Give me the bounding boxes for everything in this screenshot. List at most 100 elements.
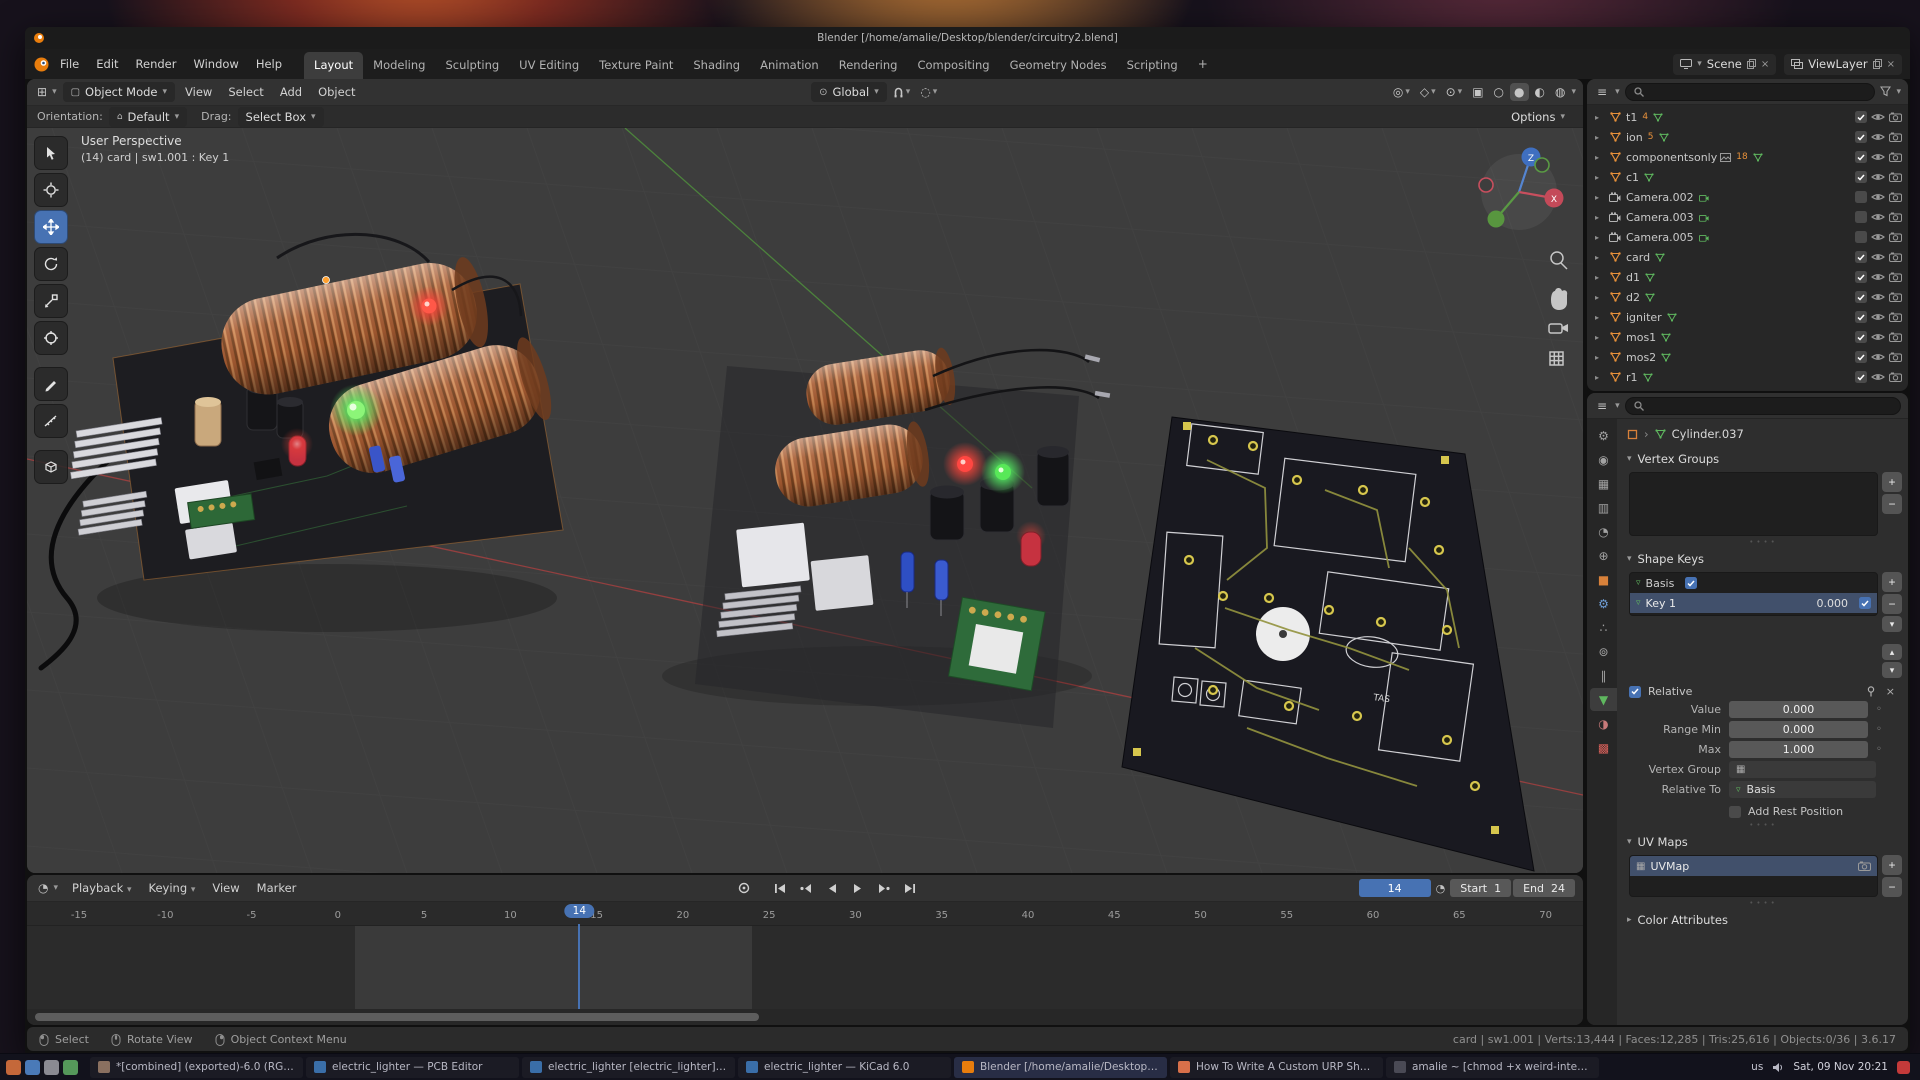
expand-arrow-icon[interactable]: ▸	[1595, 253, 1605, 262]
shading-wireframe-icon[interactable]: ○	[1490, 83, 1508, 101]
object-name[interactable]: c1	[1626, 171, 1639, 184]
selectable-checkbox[interactable]	[1857, 154, 1865, 161]
workspace-tab[interactable]: Sculpting	[435, 52, 509, 79]
object-name[interactable]: Camera.002	[1626, 191, 1694, 204]
jump-to-end-button[interactable]	[898, 878, 922, 898]
disable-render-camera-icon[interactable]	[1889, 312, 1902, 322]
viewport-menu-item[interactable]: Object	[310, 82, 363, 102]
disable-render-camera-icon[interactable]	[1889, 232, 1902, 242]
pan-hand-icon[interactable]	[1551, 288, 1567, 310]
hide-viewport-eye-icon[interactable]	[1871, 332, 1885, 342]
properties-tab[interactable]: ◑	[1590, 712, 1617, 735]
object-name[interactable]: mos2	[1626, 351, 1656, 364]
shading-solid-icon[interactable]: ●	[1510, 83, 1528, 101]
shape-keys-header[interactable]: ▾Shape Keys	[1625, 548, 1902, 570]
properties-tab[interactable]: ∥	[1590, 664, 1617, 687]
taskbar-window-button[interactable]: electric_lighter [electric_lighter] — Sc…	[522, 1057, 735, 1078]
selectable-checkbox[interactable]	[1857, 114, 1865, 121]
move-tool[interactable]	[34, 210, 68, 244]
properties-tab[interactable]: ▥	[1590, 496, 1617, 519]
selectable-checkbox[interactable]	[1857, 274, 1865, 281]
topbar-menu-item[interactable]: Help	[248, 54, 290, 74]
new-viewlayer-icon[interactable]	[1873, 59, 1882, 69]
gizmos-toggle-icon[interactable]: ◇▾	[1416, 83, 1440, 101]
workspace-tab[interactable]: UV Editing	[509, 52, 589, 79]
shape-key-specials-button[interactable]: ▾	[1882, 616, 1902, 632]
selectable-checkbox[interactable]	[1857, 294, 1865, 301]
properties-tab[interactable]: ◔	[1590, 520, 1617, 543]
filter-icon[interactable]	[1880, 86, 1891, 97]
outliner-editor-caret[interactable]: ▾	[1615, 87, 1620, 97]
remove-shape-key-button[interactable]: −	[1882, 594, 1902, 614]
shape-key-name[interactable]: Key 1	[1646, 597, 1676, 610]
timeline-editor-caret[interactable]: ▾	[53, 883, 58, 893]
properties-search-input[interactable]	[1625, 397, 1901, 415]
topbar-menu-item[interactable]: Render	[128, 54, 185, 74]
taskbar-window-button[interactable]: electric_lighter — PCB Editor	[306, 1057, 519, 1078]
launcher-icon[interactable]	[44, 1060, 59, 1075]
keyboard-layout-indicator[interactable]: us	[1751, 1061, 1763, 1073]
shape-key-row[interactable]: ▿ Basis	[1630, 573, 1877, 593]
outliner-row[interactable]: ▸ Camera.005	[1587, 227, 1908, 247]
object-name[interactable]: d2	[1626, 291, 1640, 304]
launcher-icon[interactable]	[6, 1060, 21, 1075]
expand-arrow-icon[interactable]: ▸	[1595, 133, 1605, 142]
unlink-scene-icon[interactable]: ×	[1761, 59, 1769, 70]
relative-checkbox[interactable]	[1629, 686, 1641, 698]
options-dropdown[interactable]: Options▾	[1503, 107, 1573, 127]
object-icon[interactable]	[1627, 429, 1638, 440]
expand-arrow-icon[interactable]: ▸	[1595, 293, 1605, 302]
workspace-tab[interactable]: Scripting	[1117, 52, 1188, 79]
timeline-menu-item[interactable]: Playback ▾	[64, 878, 140, 898]
properties-editor-icon[interactable]: ≡	[1594, 397, 1610, 415]
disable-render-camera-icon[interactable]	[1889, 112, 1902, 122]
use-preview-range-icon[interactable]: ◔	[1433, 880, 1449, 897]
frame-end-field[interactable]: End24	[1513, 879, 1575, 897]
object-name[interactable]: d1	[1626, 271, 1640, 284]
disable-render-camera-icon[interactable]	[1889, 172, 1902, 182]
move-shape-key-up-button[interactable]: ▴	[1882, 644, 1902, 660]
camera-view-icon[interactable]	[1549, 324, 1568, 333]
add-shape-key-button[interactable]: +	[1882, 572, 1902, 592]
disable-render-camera-icon[interactable]	[1889, 292, 1902, 302]
shape-key-mute-checkbox[interactable]	[1859, 597, 1871, 609]
zoom-icon[interactable]	[1551, 252, 1567, 269]
remove-vertex-group-button[interactable]: −	[1882, 494, 1902, 514]
object-name[interactable]: igniter	[1626, 311, 1662, 324]
move-shape-key-down-button[interactable]: ▾	[1882, 662, 1902, 678]
object-name[interactable]: card	[1626, 251, 1650, 264]
disable-render-camera-icon[interactable]	[1889, 132, 1902, 142]
topbar-menu-item[interactable]: Window	[185, 54, 246, 74]
transform-tool[interactable]	[34, 321, 68, 355]
selectable-checkbox[interactable]	[1857, 374, 1865, 381]
uv-maps-header[interactable]: ▾UV Maps	[1625, 831, 1902, 853]
overlays-toggle-icon[interactable]: ⊙▾	[1442, 83, 1467, 101]
scene-selector[interactable]: ▾ Scene ×	[1673, 54, 1776, 75]
expand-arrow-icon[interactable]: ▸	[1595, 153, 1605, 162]
annotate-tool[interactable]	[34, 367, 68, 401]
workspace-tab[interactable]: Rendering	[829, 52, 908, 79]
object-name[interactable]: r1	[1626, 371, 1638, 384]
workspace-tab[interactable]: Geometry Nodes	[1000, 52, 1117, 79]
disable-render-camera-icon[interactable]	[1889, 152, 1902, 162]
expand-arrow-icon[interactable]: ▸	[1595, 113, 1605, 122]
shape-key-name[interactable]: Basis	[1646, 577, 1675, 590]
launcher-icon[interactable]	[25, 1060, 40, 1075]
uv-map-name[interactable]: UVMap	[1650, 860, 1689, 873]
hide-viewport-eye-icon[interactable]	[1871, 152, 1885, 162]
value-field[interactable]: 0.000	[1729, 701, 1868, 718]
hide-viewport-eye-icon[interactable]	[1871, 112, 1885, 122]
viewport-menu-item[interactable]: View	[177, 82, 220, 102]
outliner-row[interactable]: ▸ t1 4	[1587, 107, 1908, 127]
outliner-row[interactable]: ▸ mos2	[1587, 347, 1908, 367]
selectable-checkbox[interactable]	[1857, 334, 1865, 341]
circuit-assembly-middle[interactable]	[695, 345, 1110, 728]
window-titlebar[interactable]: Blender [/home/amalie/Desktop/blender/ci…	[25, 27, 1910, 49]
shape-key-value[interactable]: 0.000	[1817, 597, 1849, 610]
outliner-display-caret[interactable]: ▾	[1896, 87, 1901, 97]
outliner-row[interactable]: ▸ mos1	[1587, 327, 1908, 347]
hide-viewport-eye-icon[interactable]	[1871, 292, 1885, 302]
outliner-row[interactable]: ▸ componentsonly 18	[1587, 147, 1908, 167]
volume-icon[interactable]	[1772, 1062, 1784, 1073]
object-name[interactable]: t1	[1626, 111, 1637, 124]
